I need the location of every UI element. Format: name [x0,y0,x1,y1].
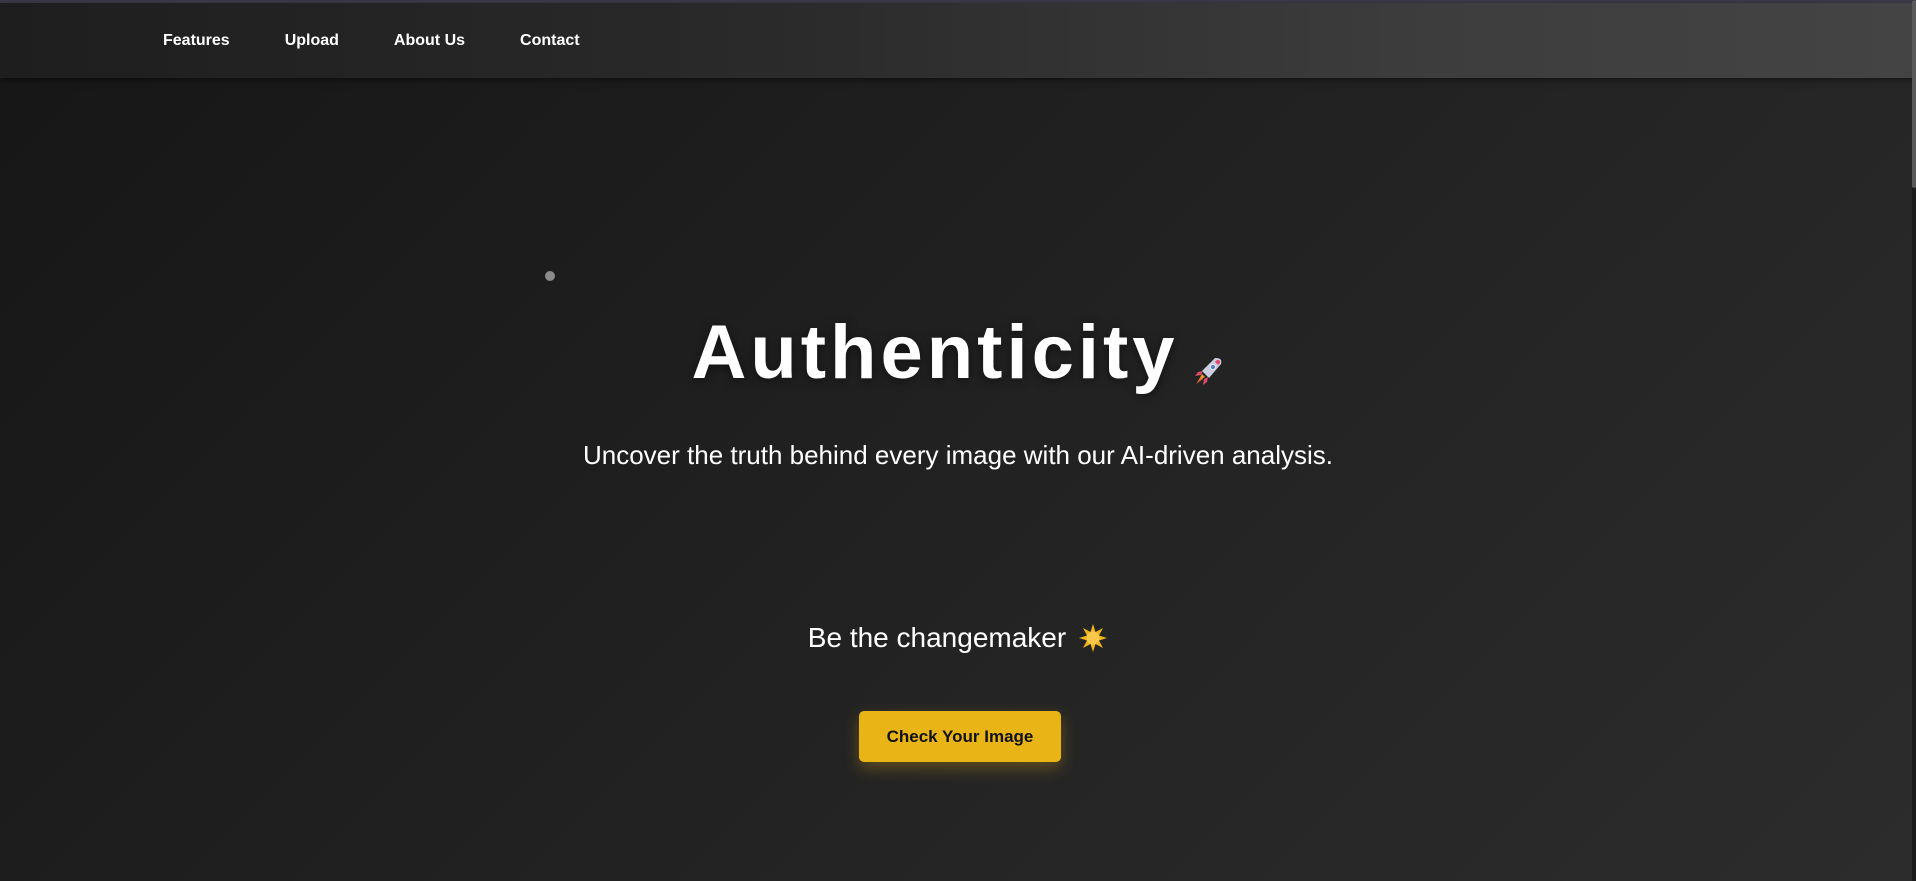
navbar: Features Upload About Us Contact [0,3,1916,78]
nav-link-contact[interactable]: Contact [520,32,580,50]
scrollbar-thumb[interactable] [1912,0,1916,188]
cursor-dot [545,271,555,281]
nav-link-upload[interactable]: Upload [285,32,339,50]
page: Features Upload About Us Contact Authent… [0,0,1916,881]
hero-title-row: Authenticity [0,308,1916,398]
nav-link-about-us[interactable]: About Us [394,32,465,50]
hero-subtitle: Uncover the truth behind every image wit… [582,440,1334,470]
check-your-image-button[interactable]: Check Your Image [859,711,1061,762]
nav-links: Features Upload About Us Contact [163,3,635,78]
hero-title: Authenticity [691,310,1179,395]
sparkle-icon [1079,624,1108,652]
tagline: Be the changemaker [807,622,1067,653]
tagline-row: Be the changemaker [0,622,1916,654]
rocket-icon [1194,358,1221,385]
nav-link-features[interactable]: Features [163,32,230,50]
